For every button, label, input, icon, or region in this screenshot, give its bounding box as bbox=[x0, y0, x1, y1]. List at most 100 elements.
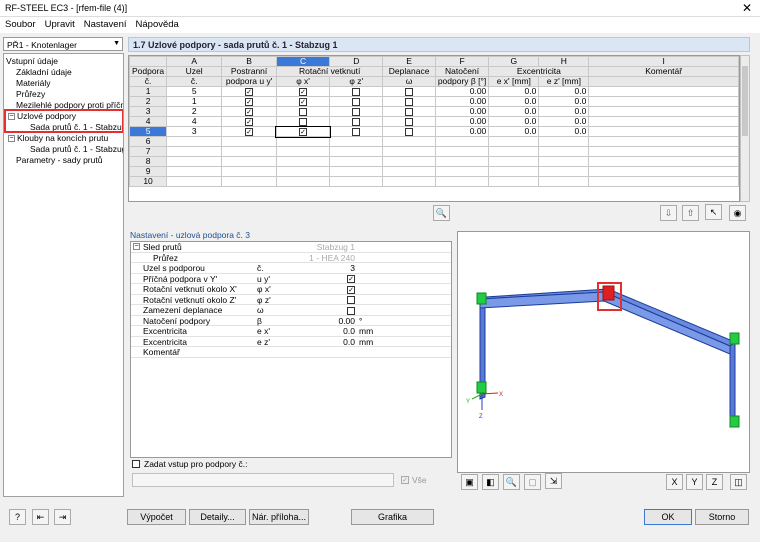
export-icon[interactable]: ⇩ bbox=[660, 205, 677, 221]
set-input-checkbox[interactable] bbox=[132, 460, 140, 468]
empty-cell[interactable] bbox=[221, 156, 277, 167]
cell-ez[interactable]: 0.0 bbox=[538, 96, 590, 107]
view-3d-icon[interactable]: ◫ bbox=[730, 474, 747, 490]
cell-beta[interactable]: 0.00 bbox=[434, 116, 490, 127]
empty-cell[interactable] bbox=[588, 176, 739, 187]
cell-phi-x[interactable]: ✓ bbox=[275, 96, 331, 107]
empty-cell[interactable] bbox=[221, 146, 277, 157]
checkbox[interactable] bbox=[352, 127, 361, 136]
empty-cell[interactable] bbox=[275, 156, 331, 167]
load-case-select[interactable]: PŘ1 - Knotenlager ▼ bbox=[3, 37, 123, 51]
empty-cell[interactable] bbox=[434, 176, 490, 187]
checkbox[interactable]: ✓ bbox=[245, 97, 254, 106]
zoom-icon[interactable]: 🔍 bbox=[503, 474, 520, 490]
checkbox[interactable] bbox=[405, 117, 414, 126]
cell-uzel[interactable]: 1 bbox=[166, 96, 223, 107]
checkbox[interactable]: ✓ bbox=[245, 87, 254, 96]
checkbox[interactable]: ✓ bbox=[299, 97, 308, 106]
empty-cell[interactable] bbox=[538, 156, 590, 167]
tree-item-materialy[interactable]: Materiály bbox=[16, 78, 50, 89]
empty-cell[interactable] bbox=[434, 146, 490, 157]
cell-postranni[interactable]: ✓ bbox=[221, 116, 277, 127]
export-data-icon[interactable]: ⇥ bbox=[54, 509, 71, 525]
checkbox[interactable]: ✓ bbox=[347, 285, 355, 294]
checkbox[interactable] bbox=[299, 117, 308, 126]
cell-uzel[interactable]: 2 bbox=[166, 106, 223, 117]
table-scrollbar[interactable] bbox=[740, 55, 750, 202]
empty-cell[interactable] bbox=[221, 176, 277, 187]
settings-checkbox[interactable] bbox=[299, 295, 355, 305]
cell-komentar[interactable] bbox=[588, 106, 739, 117]
empty-cell[interactable] bbox=[434, 166, 490, 177]
view-z-icon[interactable]: Z bbox=[706, 474, 723, 490]
checkbox[interactable] bbox=[299, 107, 308, 116]
checkbox[interactable]: ✓ bbox=[245, 117, 254, 126]
empty-cell[interactable] bbox=[166, 146, 223, 157]
cell-beta[interactable]: 0.00 bbox=[434, 126, 490, 137]
select-support-icon[interactable]: ⇲ bbox=[545, 473, 562, 489]
tree-root[interactable]: Vstupní údaje bbox=[6, 56, 58, 67]
empty-cell[interactable] bbox=[329, 136, 384, 147]
set-input-field[interactable] bbox=[132, 473, 394, 487]
table-row[interactable]: 7 bbox=[129, 146, 739, 157]
structure-3d-view[interactable]: X Y Z bbox=[457, 231, 750, 473]
settings-value[interactable]: 0.00 bbox=[299, 316, 355, 326]
cell-beta[interactable]: 0.00 bbox=[434, 106, 490, 117]
empty-cell[interactable] bbox=[382, 176, 436, 187]
table-row[interactable]: 1 5 ✓ ✓ 0.00 0.0 0.0 bbox=[129, 86, 739, 97]
cell-phi-z[interactable] bbox=[329, 126, 384, 137]
empty-cell[interactable] bbox=[329, 146, 384, 157]
settings-row[interactable]: Rotační vetknutí okolo X' φ x' ✓ bbox=[131, 284, 451, 295]
cell-komentar[interactable] bbox=[588, 126, 739, 137]
cell-deplanace[interactable] bbox=[382, 86, 436, 97]
empty-cell[interactable] bbox=[382, 136, 436, 147]
checkbox[interactable]: ✓ bbox=[245, 127, 254, 136]
close-icon[interactable]: ✕ bbox=[742, 1, 752, 15]
calc-button[interactable]: Výpočet bbox=[127, 509, 186, 525]
cell-ex[interactable]: 0.0 bbox=[488, 116, 540, 127]
view-y-icon[interactable]: Y bbox=[686, 474, 703, 490]
cell-postranni[interactable]: ✓ bbox=[221, 126, 277, 137]
empty-cell[interactable] bbox=[434, 136, 490, 147]
cell-ex[interactable]: 0.0 bbox=[488, 106, 540, 117]
empty-cell[interactable] bbox=[488, 176, 540, 187]
checkbox[interactable] bbox=[347, 296, 355, 305]
supports-table[interactable]: A B C D E F G H I Podpora Uzel Postranní… bbox=[128, 55, 740, 202]
checkbox[interactable]: ✓ bbox=[299, 127, 308, 136]
table-row[interactable]: 8 bbox=[129, 156, 739, 167]
checkbox[interactable]: ✓ bbox=[245, 107, 254, 116]
empty-cell[interactable] bbox=[329, 176, 384, 187]
settings-row[interactable]: Rotační vetknutí okolo Z' φ z' bbox=[131, 295, 451, 305]
settings-checkbox[interactable] bbox=[299, 305, 355, 315]
cell-phi-x[interactable] bbox=[275, 106, 331, 117]
cell-ex[interactable]: 0.0 bbox=[488, 126, 540, 137]
settings-row[interactable]: Komentář bbox=[131, 347, 451, 358]
appendix-button[interactable]: Nár. příloha... bbox=[249, 509, 309, 525]
empty-cell[interactable] bbox=[221, 166, 277, 177]
cell-ez[interactable]: 0.0 bbox=[538, 106, 590, 117]
cell-deplanace[interactable] bbox=[382, 116, 436, 127]
empty-cell[interactable] bbox=[538, 146, 590, 157]
details-button[interactable]: Detaily... bbox=[189, 509, 246, 525]
checkbox[interactable] bbox=[405, 87, 414, 96]
view-iso-icon[interactable]: ▣ bbox=[461, 474, 478, 490]
view-frame-icon[interactable]: ▢ bbox=[524, 474, 541, 490]
cell-phi-z[interactable] bbox=[329, 86, 384, 97]
empty-cell[interactable] bbox=[588, 166, 739, 177]
empty-cell[interactable] bbox=[434, 156, 490, 167]
settings-row[interactable]: Excentricita e x' 0.0 mm bbox=[131, 326, 451, 337]
cell-phi-x[interactable]: ✓ bbox=[275, 86, 331, 97]
select-pointer-icon[interactable]: ↖ bbox=[705, 204, 722, 220]
cell-deplanace[interactable] bbox=[382, 106, 436, 117]
cell-ez[interactable]: 0.0 bbox=[538, 116, 590, 127]
tree-item-prurezy[interactable]: Průřezy bbox=[16, 89, 45, 100]
cell-ex[interactable]: 0.0 bbox=[488, 86, 540, 97]
cell-phi-x[interactable]: ✓ bbox=[275, 125, 331, 138]
cell-ex[interactable]: 0.0 bbox=[488, 96, 540, 107]
settings-row[interactable]: Příčná podpora v Y' u y' ✓ bbox=[131, 274, 451, 284]
empty-cell[interactable] bbox=[488, 146, 540, 157]
settings-row[interactable]: Excentricita e z' 0.0 mm bbox=[131, 337, 451, 347]
cell-uzel[interactable]: 3 bbox=[166, 126, 223, 137]
import-data-icon[interactable]: ⇤ bbox=[32, 509, 49, 525]
empty-cell[interactable] bbox=[166, 176, 223, 187]
